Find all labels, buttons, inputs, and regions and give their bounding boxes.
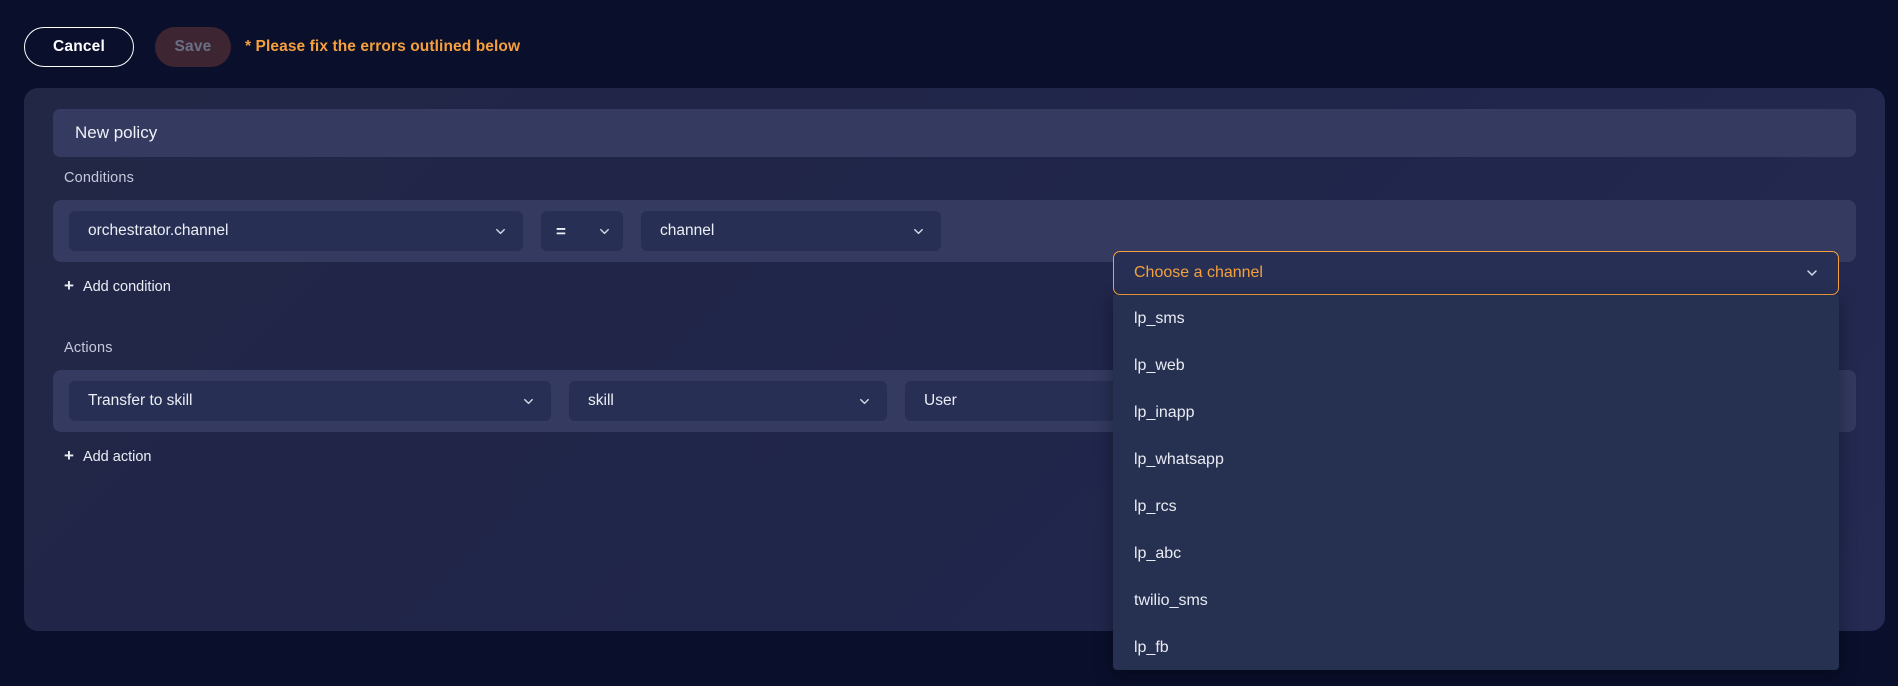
page-title: New policy [75, 123, 158, 142]
action-target-type-value: skill [588, 392, 614, 409]
condition-value-type-value: channel [660, 222, 715, 239]
action-target-type-select[interactable]: skill [569, 381, 887, 421]
action-type-select[interactable]: Transfer to skill [69, 381, 551, 421]
action-type-value: Transfer to skill [88, 392, 193, 409]
chevron-down-icon [857, 394, 872, 409]
condition-value-type-select[interactable]: channel [641, 211, 941, 251]
add-condition-label: Add condition [82, 278, 171, 295]
chevron-down-icon [493, 224, 508, 239]
actions-section-label: Actions [64, 340, 113, 356]
plus-icon: + [64, 446, 74, 465]
condition-field-value: orchestrator.channel [88, 222, 229, 239]
channel-select-placeholder: Choose a channel [1134, 264, 1263, 281]
chevron-down-icon [911, 224, 926, 239]
add-action-label: Add action [82, 448, 152, 465]
chevron-down-icon [521, 394, 536, 409]
plus-icon: + [64, 276, 74, 295]
action-target-value: User [924, 392, 957, 409]
channel-option[interactable]: lp_web [1113, 342, 1839, 389]
channel-option-list[interactable]: lp_sms lp_web lp_inapp lp_whatsapp lp_rcs lp_… [1113, 295, 1839, 670]
cancel-button[interactable]: Cancel [24, 27, 134, 67]
channel-option[interactable]: lp_inapp [1113, 389, 1839, 436]
validation-error-message: * Please fix the errors outlined below [245, 38, 521, 55]
channel-option[interactable]: lp_rcs [1113, 483, 1839, 530]
add-condition-button[interactable]: + Add condition [64, 276, 171, 295]
chevron-down-icon [597, 224, 612, 239]
add-action-button[interactable]: + Add action [64, 446, 152, 465]
top-toolbar: Cancel Save * Please fix the errors outl… [0, 0, 1898, 94]
channel-option[interactable]: lp_whatsapp [1113, 436, 1839, 483]
save-button[interactable]: Save [155, 27, 231, 67]
channel-option[interactable]: twilio_sms [1113, 577, 1839, 624]
conditions-section-label: Conditions [64, 170, 135, 186]
condition-field-select[interactable]: orchestrator.channel [69, 211, 523, 251]
chevron-down-icon [1804, 265, 1820, 281]
channel-select-trigger[interactable]: Choose a channel [1113, 251, 1839, 295]
channel-dropdown: Choose a channel lp_sms lp_web lp_inapp lp_… [1113, 251, 1839, 670]
channel-option[interactable]: lp_fb [1113, 624, 1839, 670]
channel-option[interactable]: lp_abc [1113, 530, 1839, 577]
condition-operator-value: = [556, 221, 566, 241]
policy-title-bar[interactable]: New policy [53, 109, 1856, 157]
channel-option[interactable]: lp_sms [1113, 295, 1839, 342]
condition-operator-select[interactable]: = [541, 211, 623, 251]
